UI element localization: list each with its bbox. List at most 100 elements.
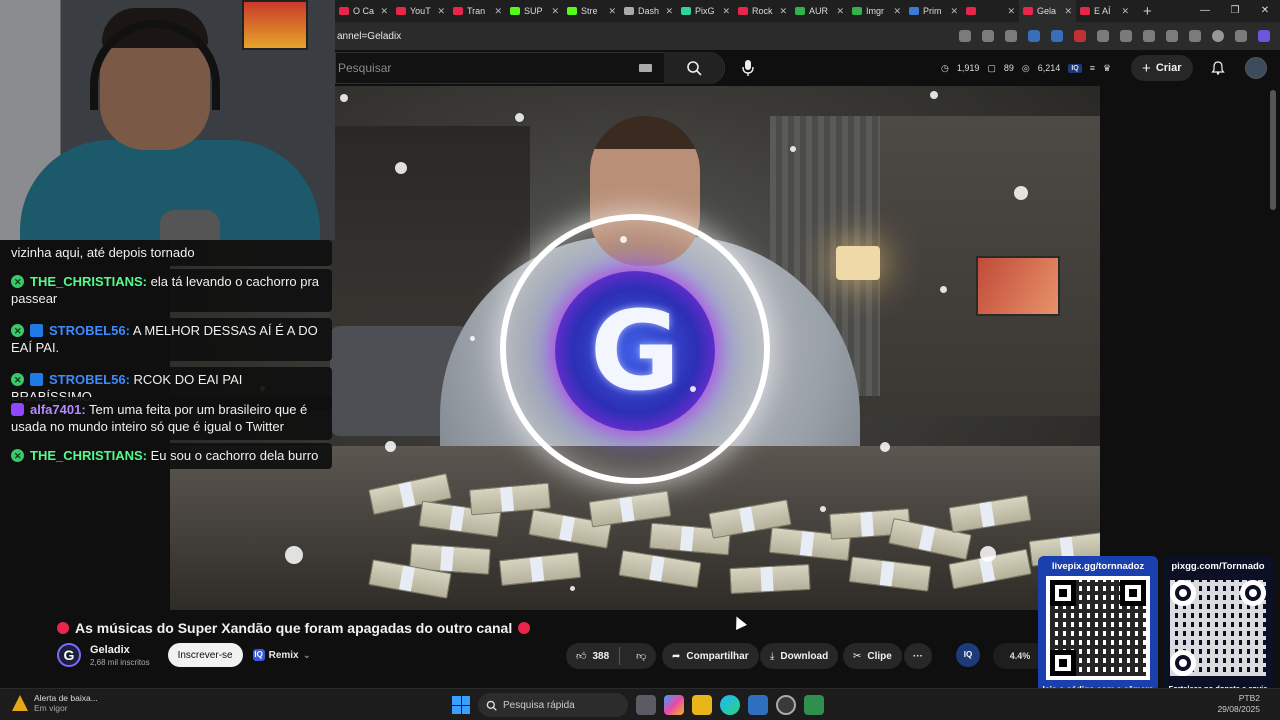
favorite-star-icon[interactable] — [982, 30, 994, 42]
chat-message: alfa7401: Tem uma feita por um brasileir… — [0, 397, 332, 440]
download-label: Download — [780, 650, 829, 662]
list-icon[interactable]: ≡ — [1090, 63, 1095, 73]
shield-extension-icon[interactable] — [1028, 30, 1040, 42]
tab-close-icon[interactable]: ✕ — [950, 6, 958, 17]
glasses-extension-icon[interactable] — [1005, 30, 1017, 42]
webcam-microphone — [160, 210, 220, 240]
tab-close-icon[interactable]: ✕ — [380, 6, 388, 17]
snowflake — [620, 236, 627, 243]
collections-icon[interactable] — [1166, 30, 1178, 42]
keyboard-icon[interactable] — [639, 64, 652, 72]
minimize-icon[interactable]: — — [1190, 0, 1220, 22]
create-button[interactable]: + Criar — [1131, 55, 1193, 81]
maximize-icon[interactable]: ❐ — [1220, 0, 1250, 22]
tab-favicon-icon — [681, 7, 691, 15]
edge-browser-icon[interactable] — [720, 695, 740, 715]
weather-widget[interactable]: Alerta de baixa... Em vigor — [12, 693, 98, 713]
favorites-icon[interactable] — [1143, 30, 1155, 42]
tab-close-icon[interactable]: ✕ — [1007, 6, 1015, 17]
search-button[interactable] — [664, 52, 724, 84]
copilot-icon[interactable] — [1258, 30, 1270, 42]
translate-extension-icon[interactable] — [1051, 30, 1063, 42]
tab-close-icon[interactable]: ✕ — [722, 6, 730, 17]
puzzle-extension-icon[interactable] — [1097, 30, 1109, 42]
windows-start-icon[interactable] — [452, 696, 470, 714]
dislike-button[interactable]: 👎︎ — [626, 650, 656, 662]
trophy-icon[interactable]: ♛ — [1103, 63, 1111, 74]
snowflake — [395, 162, 407, 174]
channel-row: G Geladix 2,68 mil inscritos Inscrever-s… — [57, 643, 311, 667]
qr-finder — [1120, 580, 1146, 606]
tab-favicon-icon — [396, 7, 406, 15]
subscribe-button[interactable]: Inscrever-se — [167, 643, 243, 667]
browser-tab[interactable]: Tran ✕ — [449, 0, 506, 22]
stat-views: 1,919 — [956, 63, 980, 73]
browser-tab[interactable]: AUR ✕ — [791, 0, 848, 22]
tab-close-icon[interactable]: ✕ — [779, 6, 787, 17]
browser-tab[interactable]: Gela ✕ — [1019, 0, 1076, 22]
tab-close-icon[interactable]: ✕ — [836, 6, 844, 17]
tab-close-icon[interactable]: ✕ — [608, 6, 616, 17]
tab-favicon-icon — [966, 7, 976, 15]
browser-tab[interactable]: O Ca ✕ — [335, 0, 392, 22]
red-extension-icon[interactable] — [1074, 30, 1086, 42]
channel-name[interactable]: Geladix — [90, 644, 150, 656]
browser-tab[interactable]: Dash ✕ — [620, 0, 677, 22]
system-clock[interactable]: PTB2 29/08/2025 — [1217, 693, 1260, 715]
tab-close-icon[interactable]: ✕ — [437, 6, 445, 17]
tab-close-icon[interactable]: ✕ — [494, 6, 502, 17]
tab-close-icon[interactable]: ✕ — [1064, 6, 1072, 17]
clock-line-1: PTB2 — [1238, 693, 1260, 703]
tab-favicon-icon — [339, 7, 349, 15]
voice-search-button[interactable] — [735, 55, 761, 81]
downloads-icon[interactable] — [1189, 30, 1201, 42]
like-button[interactable]: 👍︎ 388 — [566, 647, 621, 665]
share-button[interactable]: ➦ Compartilhar — [662, 643, 759, 669]
profile-icon[interactable] — [1212, 30, 1224, 42]
address-bar[interactable]: annel=Geladix — [335, 31, 959, 42]
photos-app-icon[interactable] — [748, 695, 768, 715]
iq-extension-icon[interactable]: IQ — [1068, 63, 1082, 73]
browser-tab[interactable]: PixG ✕ — [677, 0, 734, 22]
search-input[interactable]: Pesquisar — [336, 61, 639, 75]
clip-button[interactable]: ✂ Clipe — [843, 643, 902, 669]
copilot-app-icon[interactable] — [664, 695, 684, 715]
browser-tab[interactable]: YouT ✕ — [392, 0, 449, 22]
chevron-down-icon: ⌄ — [302, 649, 311, 661]
iq-extension-button[interactable]: IQ — [956, 643, 980, 667]
apps-icon[interactable] — [959, 30, 971, 42]
browser-tab[interactable]: ✕ — [962, 0, 1019, 22]
close-window-icon[interactable]: ✕ — [1250, 0, 1280, 22]
user-avatar[interactable] — [1244, 57, 1267, 79]
channel-avatar[interactable]: G — [57, 643, 81, 667]
tab-close-icon[interactable]: ✕ — [665, 6, 673, 17]
browser-tab[interactable]: Imgr ✕ — [848, 0, 905, 22]
scrollbar[interactable] — [1270, 90, 1276, 210]
browser-tab[interactable]: SUP ✕ — [506, 0, 563, 22]
new-tab-button[interactable]: + — [1133, 3, 1162, 20]
background-lamp — [836, 246, 880, 280]
tab-close-icon[interactable]: ✕ — [551, 6, 559, 17]
task-view-icon[interactable] — [636, 695, 656, 715]
refresh-extension-icon[interactable] — [1120, 30, 1132, 42]
remix-button[interactable]: IQ Remix ⌄ — [252, 649, 311, 661]
more-actions-button[interactable]: ··· — [904, 643, 932, 669]
browser-tab[interactable]: Rock ✕ — [734, 0, 791, 22]
browser-tab[interactable]: Stre ✕ — [563, 0, 620, 22]
green-app-icon[interactable] — [804, 695, 824, 715]
subscriber-count: 2,68 mil inscritos — [90, 657, 150, 667]
notifications-bell-icon[interactable] — [1210, 61, 1225, 75]
twitch-badge-icon — [11, 403, 24, 416]
tab-close-icon[interactable]: ✕ — [1121, 6, 1129, 17]
verified-badge-icon — [30, 373, 43, 386]
menu-dots-icon[interactable] — [1235, 30, 1247, 42]
download-button[interactable]: ⤓ Download — [760, 643, 839, 669]
browser-tab[interactable]: E AÍ ✕ — [1076, 0, 1133, 22]
livepix-qr-code — [1046, 576, 1150, 680]
browser-tab[interactable]: Prim ✕ — [905, 0, 962, 22]
tab-close-icon[interactable]: ✕ — [893, 6, 901, 17]
file-explorer-icon[interactable] — [692, 695, 712, 715]
obs-app-icon[interactable] — [776, 695, 796, 715]
taskbar-search[interactable]: Pesquisa rápida — [478, 693, 628, 717]
search-box[interactable]: Pesquisar — [335, 52, 725, 84]
